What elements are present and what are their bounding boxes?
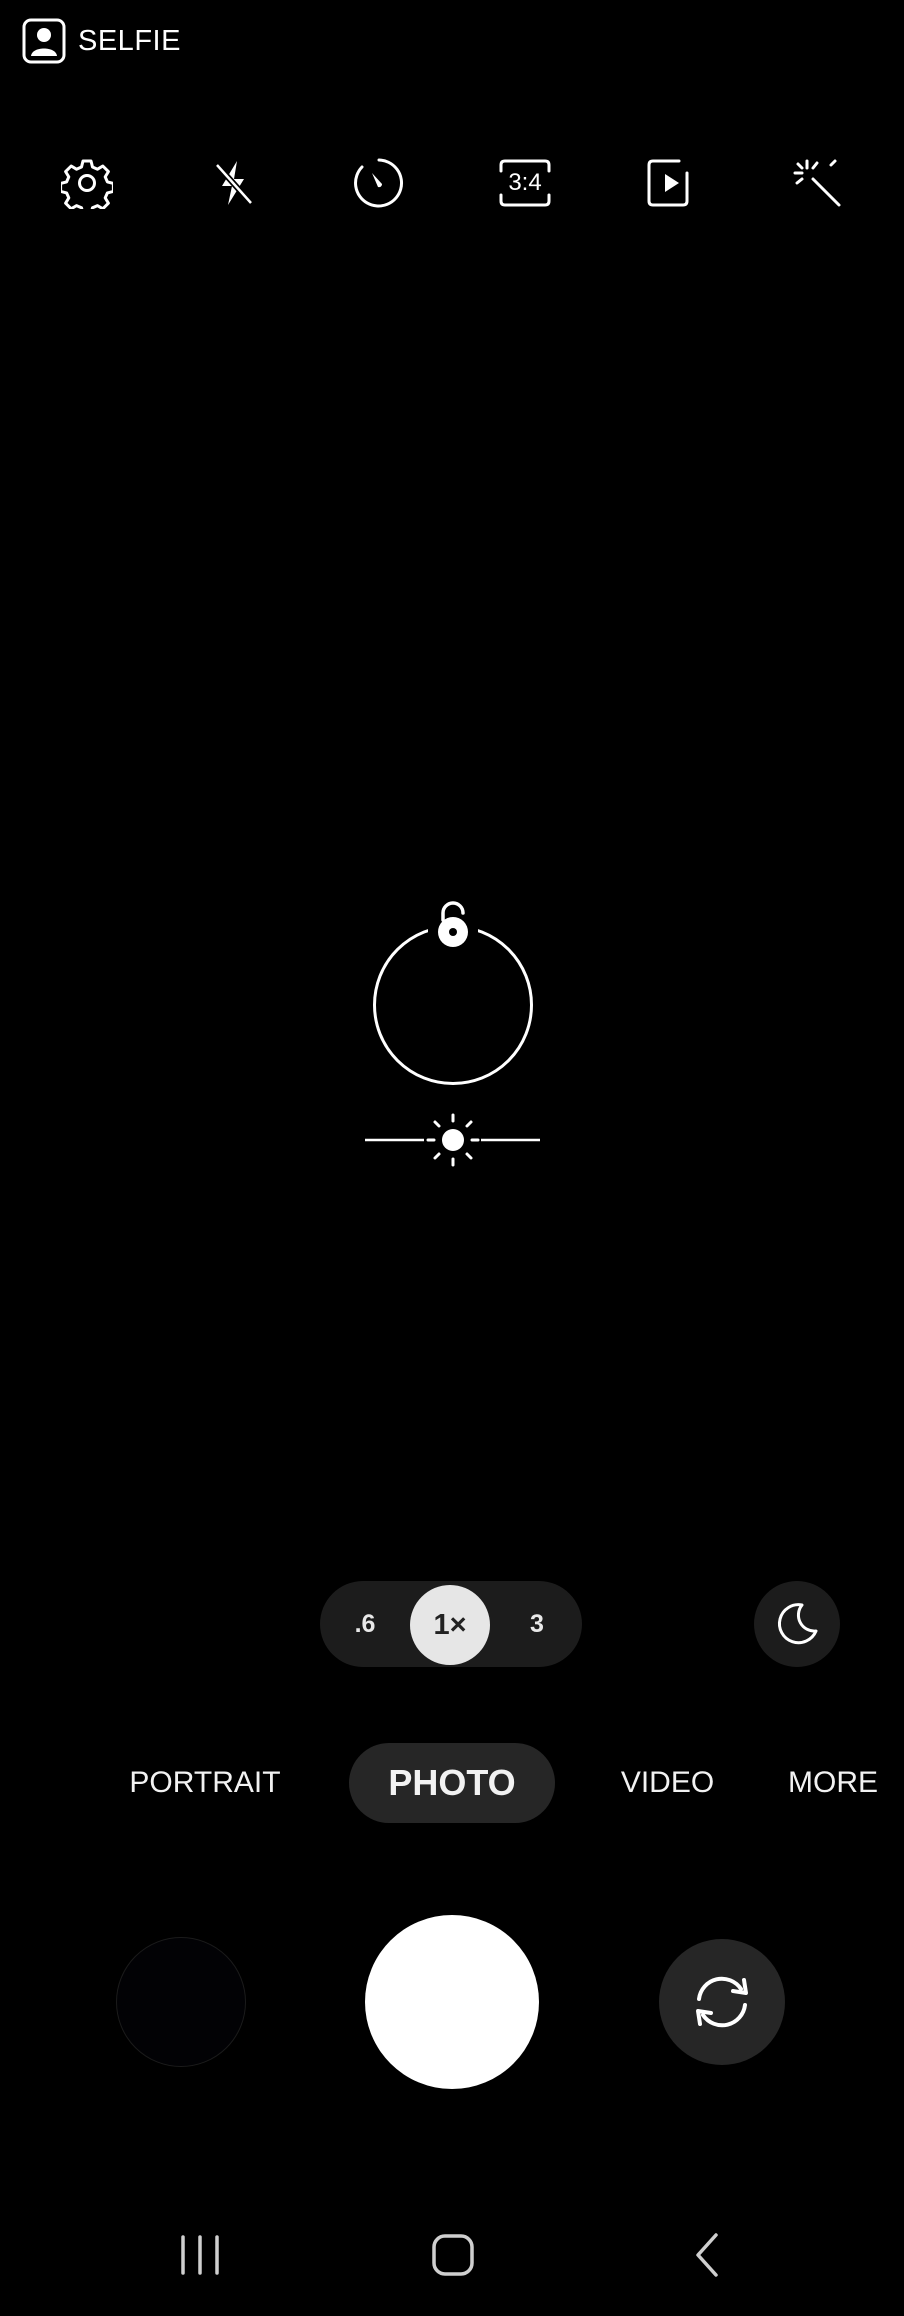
switch-camera-button[interactable] (659, 1939, 785, 2065)
mode-more[interactable]: MORE (778, 1743, 888, 1823)
zoom-ultrawide-button[interactable]: .6 (320, 1581, 410, 1667)
motion-photo-icon[interactable] (641, 153, 701, 213)
zoom-1x-button[interactable]: 1× (410, 1585, 490, 1665)
gallery-thumbnail[interactable] (116, 1937, 246, 2067)
home-icon[interactable] (413, 2220, 493, 2290)
camera-label: SELFIE (78, 24, 181, 57)
unlock-icon[interactable] (428, 900, 478, 960)
selfie-person-icon (22, 18, 66, 64)
flash-off-icon[interactable] (203, 153, 263, 213)
timer-icon[interactable] (349, 153, 409, 213)
camera-selector[interactable]: SELFIE (22, 18, 181, 64)
sun-icon (426, 1113, 480, 1167)
aspect-ratio-label: 3:4 (508, 169, 542, 196)
exposure-slider[interactable] (365, 1112, 540, 1168)
zoom-selector: .6 1× 3 (320, 1581, 582, 1667)
shutter-button[interactable] (365, 1915, 539, 2089)
mode-video[interactable]: VIDEO (600, 1743, 735, 1823)
mode-photo[interactable]: PHOTO (349, 1743, 555, 1823)
back-icon[interactable] (667, 2220, 747, 2290)
aspect-ratio-icon[interactable]: 3:4 (495, 153, 555, 213)
switch-camera-icon (689, 1969, 755, 2035)
moon-icon (774, 1601, 820, 1647)
night-mode-button[interactable] (754, 1581, 840, 1667)
zoom-3x-button[interactable]: 3 (492, 1581, 582, 1667)
mode-portrait[interactable]: PORTRAIT (120, 1743, 290, 1823)
effects-wand-icon[interactable] (787, 153, 847, 213)
settings-gear-icon[interactable] (57, 153, 117, 213)
recents-icon[interactable] (160, 2220, 240, 2290)
